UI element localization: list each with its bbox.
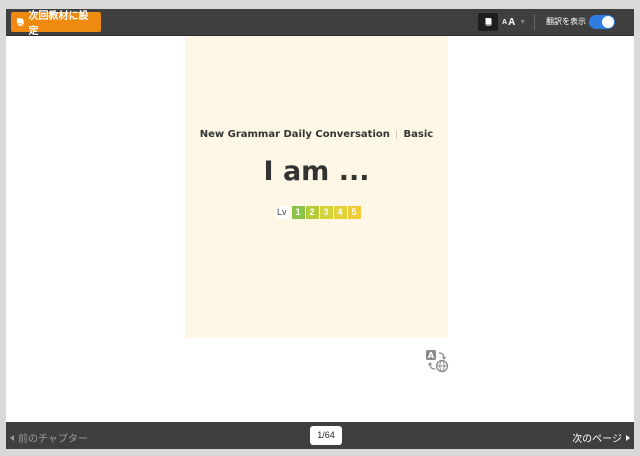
top-toolbar: 次回教材に設定 A A ▼ 翻訳を表示 — [6, 9, 634, 37]
level-badge-2: 2 — [305, 206, 319, 219]
level-badge-4: 4 — [333, 206, 347, 219]
book-view-button[interactable] — [478, 13, 498, 31]
level-badge-1: 1 — [291, 206, 305, 219]
next-page-label: 次のページ — [572, 434, 622, 445]
book-icon — [16, 18, 24, 27]
chevron-right-icon — [626, 434, 630, 441]
reader-window: 次回教材に設定 A A ▼ 翻訳を表示 New Grammar Daily Co… — [6, 9, 634, 449]
bottom-navigation: 前のチャプター 1/64 次のページ — [6, 422, 634, 449]
page-indicator: 1/64 — [310, 426, 342, 445]
translate-button[interactable]: A — [425, 349, 449, 373]
level-badge-3: 3 — [319, 206, 333, 219]
level-badge-5: 5 — [347, 206, 361, 219]
set-next-material-label: 次回教材に設定 — [28, 11, 89, 37]
book-icon — [485, 18, 492, 27]
font-size-small-icon: A — [502, 18, 508, 26]
lesson-page: New Grammar Daily Conversation | Basic I… — [185, 36, 448, 338]
lesson-title: I am ... — [263, 156, 370, 187]
course-name: New Grammar Daily Conversation — [199, 129, 390, 140]
translate-icon: A — [426, 350, 449, 373]
prev-chapter-label: 前のチャプター — [18, 434, 88, 445]
chevron-down-icon: ▼ — [519, 18, 527, 26]
set-next-material-button[interactable]: 次回教材に設定 — [11, 11, 101, 37]
font-size-button[interactable]: A A ▼ — [502, 13, 528, 31]
level-indicator: Lv 1 2 3 4 5 — [275, 206, 361, 219]
lesson-subtitle: New Grammar Daily Conversation | Basic — [185, 129, 448, 140]
font-size-large-icon: A — [508, 16, 516, 28]
next-page-button[interactable]: 次のページ — [572, 430, 630, 445]
level-label: Lv — [275, 206, 289, 219]
translation-label: 翻訳を表示 — [546, 17, 586, 26]
toolbar-divider — [534, 14, 535, 30]
prev-chapter-button[interactable]: 前のチャプター — [10, 430, 88, 445]
toggle-knob — [602, 16, 614, 28]
translation-toggle[interactable] — [589, 15, 615, 29]
course-level: Basic — [403, 129, 434, 140]
subtitle-separator: | — [395, 130, 399, 139]
svg-text:A: A — [428, 351, 435, 360]
chevron-left-icon — [10, 434, 14, 441]
